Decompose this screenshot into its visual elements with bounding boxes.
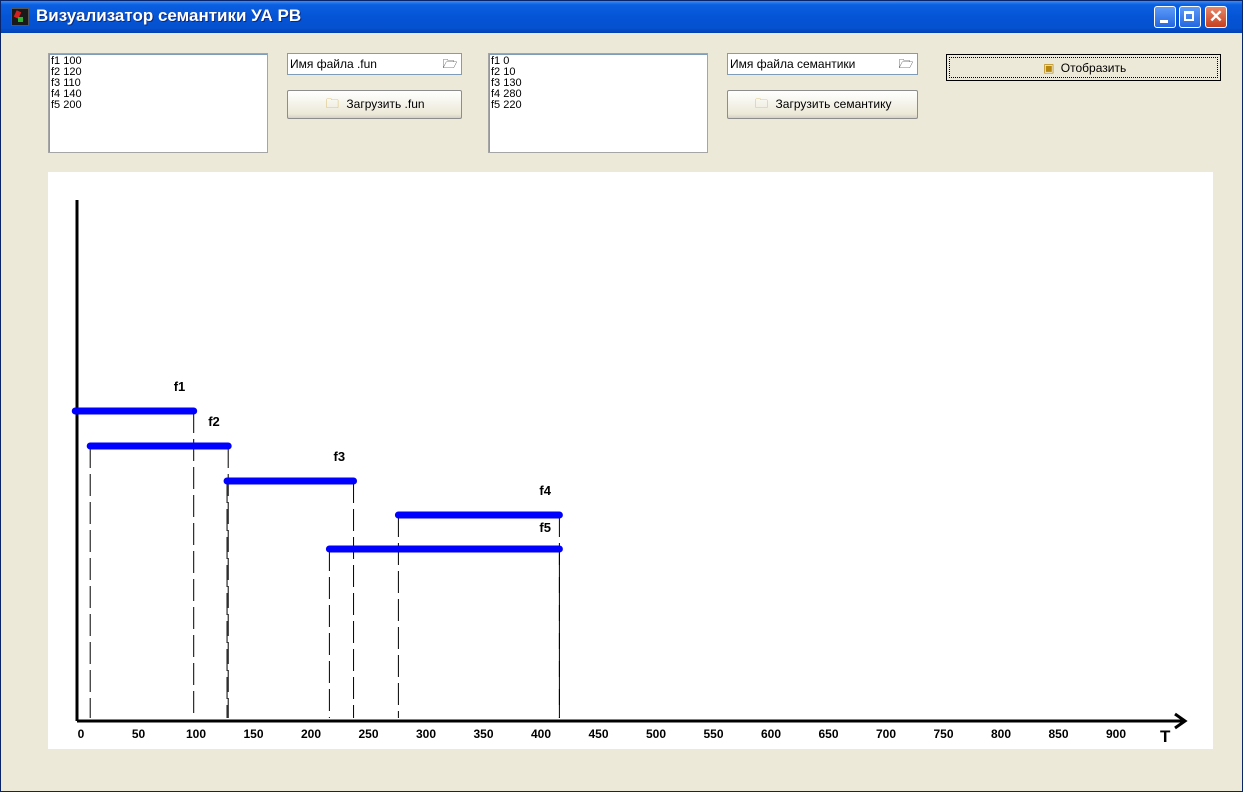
x-tick-label: 550 <box>703 727 723 741</box>
list-item[interactable]: f4 280 <box>491 89 705 100</box>
x-tick-label: 800 <box>991 727 1011 741</box>
x-tick-label: 650 <box>818 727 838 741</box>
fun-listbox[interactable]: f1 100 f2 120 f3 110 f4 140 f5 200 <box>48 53 268 153</box>
semantics-filename-value: Имя файла семантики <box>730 57 856 71</box>
semantics-filename-field[interactable]: Имя файла семантики 🗁 <box>727 53 918 75</box>
x-tick-label: 850 <box>1048 727 1068 741</box>
fun-filename-field[interactable]: Имя файла .fun 🗁 <box>287 53 462 75</box>
fun-filename-value: Имя файла .fun <box>290 57 377 71</box>
list-item[interactable]: f4 140 <box>51 89 265 100</box>
load-fun-label: Загрузить .fun <box>346 97 425 111</box>
maximize-icon <box>1184 11 1194 21</box>
show-button-label: Отобразить <box>1060 61 1127 75</box>
list-item[interactable]: f1 0 <box>491 56 705 67</box>
folder-icon: 🗀 <box>755 96 769 111</box>
minimize-button[interactable] <box>1154 6 1176 28</box>
x-tick-label: 400 <box>531 727 551 741</box>
folder-open-icon[interactable]: 🗁 <box>897 56 915 72</box>
app-window: Визуализатор семантики УА РВ ✕ f1 100 f2… <box>0 0 1243 792</box>
timeline-chart: T 0 50 100 150 200 250 300 350 400 450 500 550 600 65… <box>71 200 1188 746</box>
interval-label: f4 <box>539 483 551 498</box>
display-icon: ▣ <box>1043 61 1055 75</box>
list-item[interactable]: f5 220 <box>491 100 705 111</box>
close-icon: ✕ <box>1208 7 1224 26</box>
x-tick-label: 0 <box>78 727 85 741</box>
list-item[interactable]: f2 120 <box>51 67 265 78</box>
x-tick-label: 600 <box>761 727 781 741</box>
x-tick-label: 100 <box>186 727 206 741</box>
chart-canvas: T 0 50 100 150 200 250 300 350 400 450 500 550 600 65… <box>48 172 1213 749</box>
x-tick-label: 300 <box>416 727 436 741</box>
x-tick-label: 700 <box>876 727 896 741</box>
interval-label: f5 <box>539 520 551 535</box>
folder-icon: 🗀 <box>325 96 339 111</box>
interval-label: f3 <box>334 449 346 464</box>
load-semantics-button[interactable]: 🗀 Загрузить семантику <box>727 90 918 119</box>
interval-label: f1 <box>174 379 186 394</box>
list-item[interactable]: f3 110 <box>51 78 265 89</box>
interval-label: f2 <box>208 414 220 429</box>
list-item[interactable]: f2 10 <box>491 67 705 78</box>
show-button[interactable]: ▣ Отобразить <box>946 54 1221 81</box>
app-icon[interactable] <box>11 8 29 26</box>
semantics-listbox[interactable]: f1 0 f2 10 f3 130 f4 280 f5 220 <box>488 53 708 153</box>
load-fun-button[interactable]: 🗀 Загрузить .fun <box>287 90 462 119</box>
minimize-icon <box>1160 20 1168 23</box>
list-item[interactable]: f3 130 <box>491 78 705 89</box>
window-title: Визуализатор семантики УА РВ <box>36 6 302 25</box>
x-tick-label: 750 <box>933 727 953 741</box>
x-tick-label: 250 <box>358 727 378 741</box>
title-bar[interactable]: Визуализатор семантики УА РВ ✕ <box>1 1 1242 33</box>
x-tick-label: 150 <box>243 727 263 741</box>
x-tick-label: 50 <box>132 727 146 741</box>
x-tick-label: 500 <box>646 727 666 741</box>
x-axis-label: T <box>1160 727 1171 746</box>
list-item[interactable]: f5 200 <box>51 100 265 111</box>
x-tick-label: 200 <box>301 727 321 741</box>
x-tick-label: 450 <box>588 727 608 741</box>
folder-open-icon[interactable]: 🗁 <box>441 56 459 72</box>
x-tick-label: 350 <box>473 727 493 741</box>
list-item[interactable]: f1 100 <box>51 56 265 67</box>
close-button[interactable]: ✕ <box>1205 6 1227 28</box>
maximize-button[interactable] <box>1179 6 1201 28</box>
x-tick-label: 900 <box>1106 727 1126 741</box>
load-semantics-label: Загрузить семантику <box>775 97 892 111</box>
